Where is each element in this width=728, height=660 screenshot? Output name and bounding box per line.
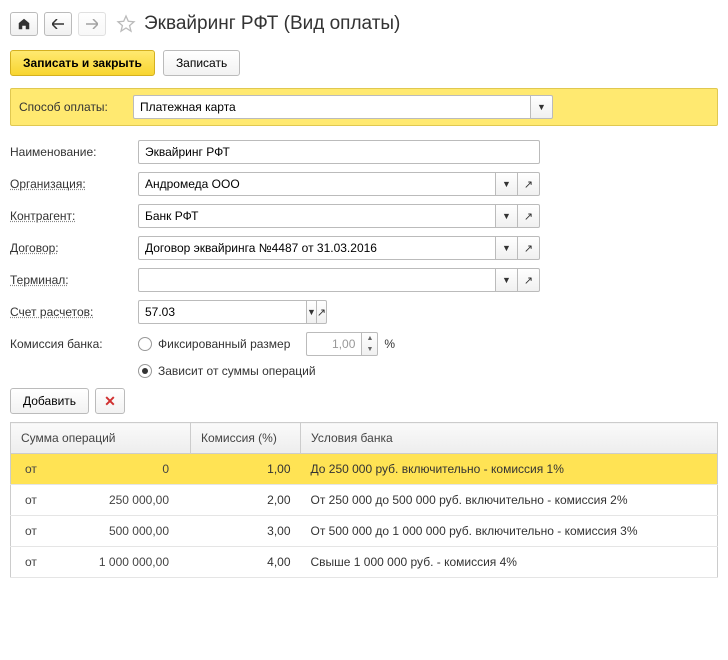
nav-back-button[interactable]: [44, 12, 72, 36]
payment-method-dropdown[interactable]: ▼: [531, 95, 553, 119]
terminal-dropdown[interactable]: ▼: [496, 268, 518, 292]
add-row-button[interactable]: Добавить: [10, 388, 89, 414]
th-sum[interactable]: Сумма операций: [11, 423, 191, 454]
commission-depends-label: Зависит от суммы операций: [158, 364, 316, 378]
contract-open[interactable]: ↗: [518, 236, 540, 260]
arrow-right-icon: [86, 19, 98, 29]
home-icon: [17, 17, 31, 31]
save-button[interactable]: Записать: [163, 50, 240, 76]
percent-sign: %: [384, 337, 395, 351]
contract-label[interactable]: Договор:: [10, 241, 138, 255]
terminal-input[interactable]: [138, 268, 496, 292]
org-open[interactable]: ↗: [518, 172, 540, 196]
cell-from: от250 000,00: [11, 485, 191, 516]
cell-conditions: Свыше 1 000 000 руб. - комиссия 4%: [301, 547, 718, 578]
open-icon: ↗: [317, 306, 326, 319]
chevron-down-icon: ▼: [502, 243, 511, 253]
open-icon: ↗: [524, 210, 533, 223]
counterparty-label[interactable]: Контрагент:: [10, 209, 138, 223]
org-input[interactable]: [138, 172, 496, 196]
terminal-label[interactable]: Терминал:: [10, 273, 138, 287]
cell-commission: 3,00: [191, 516, 301, 547]
nav-forward-button: [78, 12, 106, 36]
name-label: Наименование:: [10, 145, 138, 159]
table-row[interactable]: от500 000,003,00От 500 000 до 1 000 000 …: [11, 516, 718, 547]
chevron-down-icon: ▼: [502, 211, 511, 221]
table-row[interactable]: от01,00До 250 000 руб. включительно - ко…: [11, 454, 718, 485]
chevron-up-icon: ▲: [362, 333, 377, 344]
terminal-open[interactable]: ↗: [518, 268, 540, 292]
cell-conditions: От 250 000 до 500 000 руб. включительно …: [301, 485, 718, 516]
payment-method-select[interactable]: [133, 95, 531, 119]
chevron-down-icon: ▼: [362, 344, 377, 355]
counterparty-dropdown[interactable]: ▼: [496, 204, 518, 228]
cell-from: от500 000,00: [11, 516, 191, 547]
cell-from: от0: [11, 454, 191, 485]
save-close-button[interactable]: Записать и закрыть: [10, 50, 155, 76]
contract-input[interactable]: [138, 236, 496, 260]
table-row[interactable]: от250 000,002,00От 250 000 до 500 000 ру…: [11, 485, 718, 516]
cell-commission: 1,00: [191, 454, 301, 485]
th-conditions[interactable]: Условия банка: [301, 423, 718, 454]
counterparty-input[interactable]: [138, 204, 496, 228]
chevron-down-icon: ▼: [537, 102, 546, 112]
chevron-down-icon: ▼: [502, 275, 511, 285]
favorite-star-icon[interactable]: [116, 14, 136, 34]
cell-conditions: До 250 000 руб. включительно - комиссия …: [301, 454, 718, 485]
account-input[interactable]: [138, 300, 307, 324]
delete-icon: ✕: [104, 393, 116, 410]
account-dropdown[interactable]: ▼: [307, 300, 317, 324]
cell-from: от1 000 000,00: [11, 547, 191, 578]
chevron-down-icon: ▼: [502, 179, 511, 189]
commission-fixed-value[interactable]: [306, 332, 362, 356]
delete-row-button[interactable]: ✕: [95, 388, 125, 414]
open-icon: ↗: [524, 178, 533, 191]
commission-spinner[interactable]: ▲▼: [362, 332, 378, 356]
cell-commission: 2,00: [191, 485, 301, 516]
account-label[interactable]: Счет расчетов:: [10, 305, 138, 319]
table-row[interactable]: от1 000 000,004,00Свыше 1 000 000 руб. -…: [11, 547, 718, 578]
name-input[interactable]: [138, 140, 540, 164]
org-label[interactable]: Организация:: [10, 177, 138, 191]
payment-method-label: Способ оплаты:: [19, 100, 127, 114]
commission-label: Комиссия банка:: [10, 337, 138, 351]
account-open[interactable]: ↗: [317, 300, 327, 324]
counterparty-open[interactable]: ↗: [518, 204, 540, 228]
arrow-left-icon: [52, 19, 64, 29]
commission-table: Сумма операций Комиссия (%) Условия банк…: [10, 422, 718, 578]
open-icon: ↗: [524, 274, 533, 287]
cell-commission: 4,00: [191, 547, 301, 578]
th-commission[interactable]: Комиссия (%): [191, 423, 301, 454]
commission-fixed-radio[interactable]: [138, 337, 152, 351]
contract-dropdown[interactable]: ▼: [496, 236, 518, 260]
page-title: Эквайринг РФТ (Вид оплаты): [144, 13, 400, 35]
commission-fixed-label: Фиксированный размер: [158, 337, 290, 351]
chevron-down-icon: ▼: [307, 307, 316, 317]
org-dropdown[interactable]: ▼: [496, 172, 518, 196]
commission-depends-radio[interactable]: [138, 364, 152, 378]
cell-conditions: От 500 000 до 1 000 000 руб. включительн…: [301, 516, 718, 547]
open-icon: ↗: [524, 242, 533, 255]
home-button[interactable]: [10, 12, 38, 36]
